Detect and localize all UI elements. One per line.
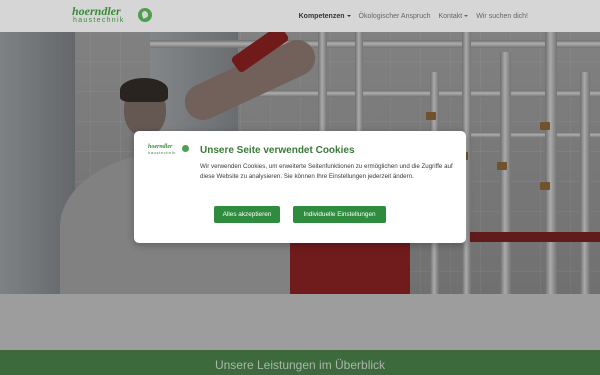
cookie-dialog-text: Wir verwenden Cookies, um erweiterte Sei… (200, 163, 453, 180)
logo-sub-text: haustechnik (73, 17, 125, 24)
main-nav: Kompetenzen Ökologischer Anspruch Kontak… (299, 0, 528, 32)
accept-all-button[interactable]: Alles akzeptieren (214, 206, 280, 223)
logo-brand-text: hoerndler (72, 4, 121, 18)
site-logo[interactable]: hoerndler haustechnik (72, 4, 162, 28)
logo-sub-text: haustechnik (148, 150, 176, 155)
custom-settings-button[interactable]: Individuelle Einstellungen (293, 206, 386, 223)
chevron-down-icon (464, 15, 469, 17)
nav-item-label: Kontakt (438, 12, 463, 20)
leaf-logo-icon (182, 145, 189, 152)
chevron-down-icon (346, 15, 351, 17)
nav-item-kontakt[interactable]: Kontakt (439, 13, 469, 20)
content-band (0, 294, 600, 350)
site-header: hoerndler haustechnik Kompetenzen Ökolog… (0, 0, 600, 32)
leaf-logo-icon (138, 8, 152, 22)
nav-item-oekologischer-anspruch[interactable]: Ökologischer Anspruch (359, 13, 431, 20)
section-title: Unsere Leistungen im Überblick (214, 358, 386, 372)
cookie-consent-dialog: hoerndler haustechnik Unsere Seite verwe… (134, 131, 466, 243)
nav-item-label: Ökologischer Anspruch (358, 12, 431, 20)
nav-item-wir-suchen-dich[interactable]: Wir suchen dich! (476, 13, 528, 20)
cookie-dialog-title: Unsere Seite verwendet Cookies (200, 145, 355, 156)
modal-logo: hoerndler haustechnik (148, 144, 190, 156)
nav-item-label: Kompetenzen (298, 12, 345, 20)
nav-item-label: Wir suchen dich! (476, 12, 528, 20)
nav-item-kompetenzen[interactable]: Kompetenzen (299, 13, 351, 20)
